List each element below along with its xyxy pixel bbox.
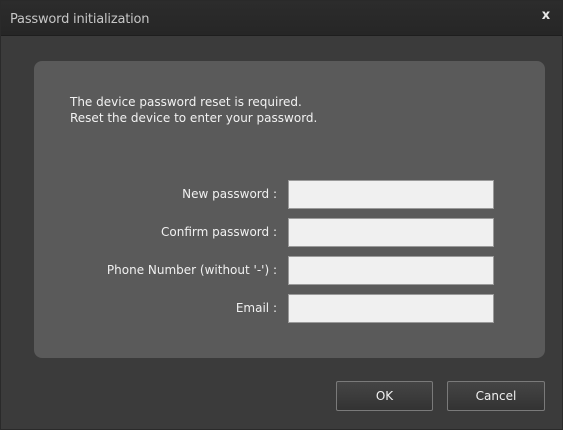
- new-password-label: New password :: [182, 187, 277, 201]
- new-password-field[interactable]: [288, 180, 494, 209]
- email-label: Email :: [235, 301, 277, 315]
- cancel-button[interactable]: Cancel: [447, 381, 545, 411]
- ok-button[interactable]: OK: [336, 381, 433, 411]
- dialog-title: Password initialization: [10, 12, 150, 27]
- close-icon[interactable]: x: [538, 7, 554, 25]
- phone-number-label: Phone Number (without '-') :: [106, 263, 277, 277]
- confirm-password-label: Confirm password :: [161, 225, 277, 239]
- notice-line-2: Reset the device to enter your password.: [70, 111, 318, 125]
- password-init-dialog: Password initialization x The device pas…: [0, 0, 563, 430]
- email-field[interactable]: [288, 294, 494, 323]
- confirm-password-field[interactable]: [288, 218, 494, 247]
- phone-number-field[interactable]: [288, 256, 494, 285]
- reset-notice: The device password reset is required. R…: [70, 94, 317, 126]
- notice-line-1: The device password reset is required.: [70, 95, 302, 109]
- form-panel: The device password reset is required. R…: [34, 61, 545, 358]
- title-bar[interactable]: Password initialization x: [1, 1, 562, 36]
